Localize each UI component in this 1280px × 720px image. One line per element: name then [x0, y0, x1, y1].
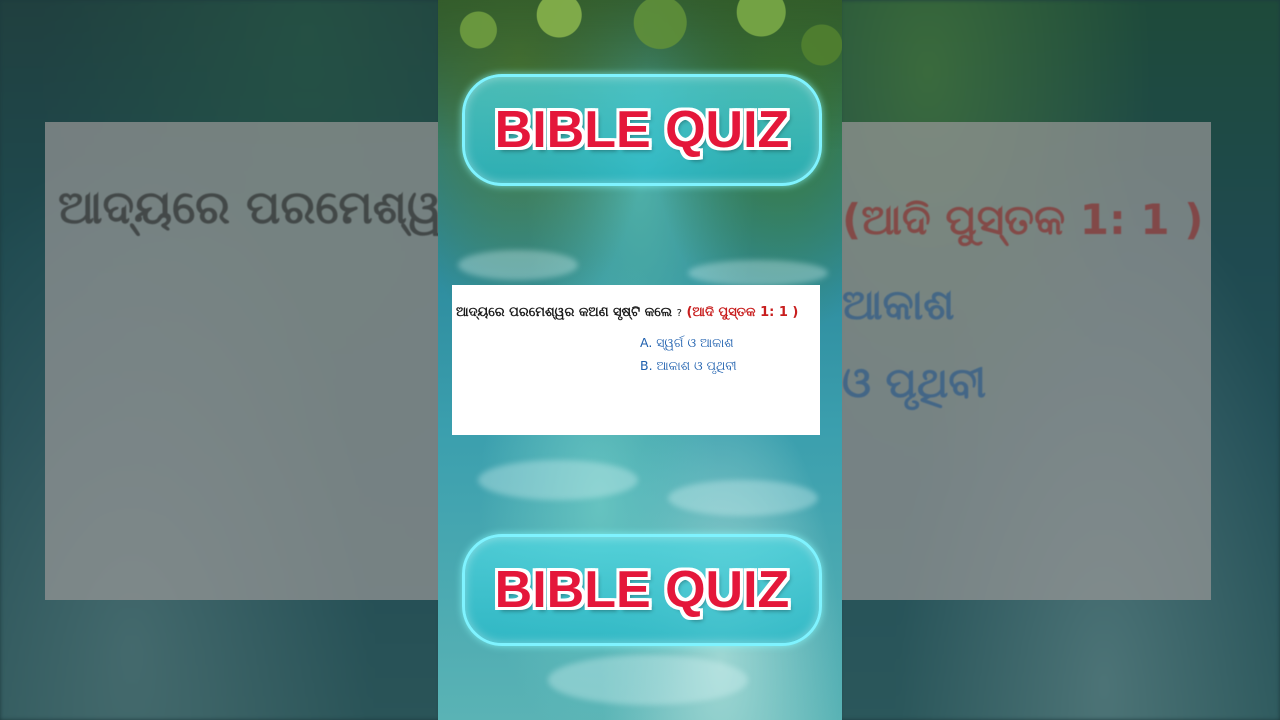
scripture-reference: (ଆଦି ପୁସ୍ତକ 1: 1 ) — [686, 305, 799, 320]
river-background: BIBLE QUIZ ଆଦ୍ୟରେ ପରମେଶ୍ୱର କଅଣ ସୃଷ୍ଟି କଲ… — [438, 0, 842, 720]
water-foam — [478, 460, 638, 500]
water-foam — [668, 480, 818, 516]
option-text: ସ୍ୱର୍ଗ ଓ ଆକାଶ — [656, 335, 734, 350]
option-letter: B. — [640, 358, 653, 373]
blurred-question-text: ଆଦ୍ୟରେ ପରମେଶ୍ୱର — [58, 180, 440, 234]
quiz-card: ଆଦ୍ୟରେ ପରମେଶ୍ୱର କଅଣ ସୃଷ୍ଟି କଲେ ? (ଆଦି ପୁ… — [452, 285, 820, 435]
option-a: A. ସ୍ୱର୍ଗ ଓ ଆକାଶ — [640, 335, 734, 351]
question-text: ଆଦ୍ୟରେ ପରମେଶ୍ୱର କଅଣ ସୃଷ୍ଟି କଲେ — [456, 305, 673, 320]
blurred-option-b-text: ଓ ପୃଥିବୀ — [842, 358, 987, 407]
option-text: ଆକାଶ ଓ ପୃଥିବୀ — [656, 358, 737, 373]
water-foam — [458, 250, 578, 280]
water-foam — [688, 260, 828, 286]
water-foam — [548, 655, 748, 705]
bible-quiz-banner-top: BIBLE QUIZ — [462, 74, 822, 186]
bible-quiz-banner-bottom: BIBLE QUIZ — [462, 534, 822, 646]
banner-title: BIBLE QUIZ — [494, 101, 790, 159]
blurred-option-a-text: ଆକାଶ — [842, 280, 955, 329]
quiz-question: ଆଦ୍ୟରେ ପରମେଶ୍ୱର କଅଣ ସୃଷ୍ଟି କଲେ ? (ଆଦି ପୁ… — [456, 305, 798, 320]
banner-title: BIBLE QUIZ — [494, 561, 790, 619]
video-frame: ଆଦ୍ୟରେ ପରମେଶ୍ୱର (ଆଦି ପୁସ୍ତକ 1: 1 ) ଆକାଶ … — [0, 0, 1280, 720]
option-letter: A. — [640, 335, 653, 350]
blurred-reference-text: (ଆଦି ପୁସ୍ତକ 1: 1 ) — [842, 195, 1204, 244]
option-b: B. ଆକାଶ ଓ ପୃଥିବୀ — [640, 358, 737, 374]
question-mark: ? — [676, 308, 682, 319]
